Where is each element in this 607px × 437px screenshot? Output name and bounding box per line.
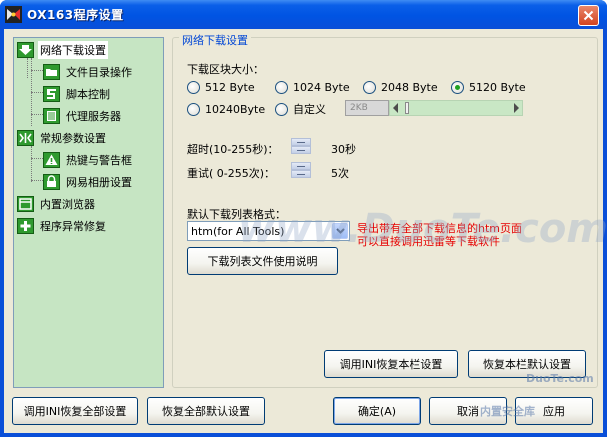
spinner-up-button[interactable] [291,162,311,170]
tree-item-label: 常规参数设置 [40,132,106,145]
retry-value: 5次 [331,167,349,180]
radio-block-1024[interactable]: 1024 Byte [275,79,350,95]
slider-thumb[interactable] [405,102,410,114]
cancel-button[interactable]: 取消 [429,397,507,425]
radio-block-custom[interactable]: 自定义 [275,101,326,117]
timeout-label: 超时(10-255秒)： [187,143,279,156]
radio-selected-dot [455,84,460,90]
tree-item-network-download[interactable]: 网络下载设置 [17,41,108,59]
tree-item-hotkey-warning[interactable]: 热键与警告框 [43,151,134,169]
slider-right-arrow-icon[interactable] [514,103,519,113]
groupbox-title: 网络下载设置 [179,32,251,48]
spinner-down-button[interactable] [291,146,311,154]
timeout-value: 30秒 [331,143,356,156]
script-icon [43,86,60,102]
list-format-select[interactable]: htm(for All Tools) [187,221,350,241]
radio-block-512[interactable]: 512 Byte [187,79,255,95]
settings-tree[interactable]: 网络下载设置 文件目录操作 脚本控制 代理服务器 常规参数设置 热键与警告框 网… [13,37,164,388]
list-format-value: htm(for All Tools) [191,224,285,238]
block-size-label: 下载区块大小： [187,63,264,76]
restore-all-default-button[interactable]: 恢复全部默认设置 [147,397,265,425]
restore-section-ini-button[interactable]: 调用INI恢复本栏设置 [324,350,458,378]
radio-block-5120[interactable]: 5120 Byte [451,79,526,95]
spinner-up-button[interactable] [291,138,311,146]
close-button[interactable] [578,5,599,26]
custom-block-size-slider[interactable] [389,100,523,116]
window-title: OX163程序设置 [27,8,124,22]
chevron-down-icon [335,228,345,234]
retry-spinner[interactable] [291,162,311,178]
spinner-down-button[interactable] [291,170,311,178]
apply-button[interactable]: 应用 [515,397,593,425]
format-note-line2: 可以直接调用迅雷等下载软件 [357,235,500,248]
radio-block-10240[interactable]: 10240Byte [187,101,265,117]
tree-item-label: 代理服务器 [66,110,121,123]
dropdown-button[interactable] [332,223,348,239]
list-format-label: 默认下载列表格式： [187,208,286,221]
title-bar[interactable]: OX163程序设置 [0,0,607,29]
tree-item-exception-repair[interactable]: 程序异常修复 [17,217,108,235]
restore-section-default-button[interactable]: 恢复本栏默认设置 [468,350,586,378]
tree-item-label: 网络下载设置 [38,41,108,59]
settings-window: OX163程序设置 网络下载设置 文件目录操作 脚本控制 代理服务器 常规参数设… [0,0,607,437]
tree-item-label: 文件目录操作 [66,66,132,79]
folder-icon [43,64,60,80]
ok-button[interactable]: 确定(A) [333,397,421,425]
radio-block-2048[interactable]: 2048 Byte [363,79,438,95]
server-icon [43,108,60,124]
tree-item-general-params[interactable]: 常规参数设置 [17,129,108,147]
app-logo-icon [5,6,22,23]
tree-item-label: 热键与警告框 [66,154,132,167]
download-list-help-button[interactable]: 下载列表文件使用说明 [187,247,338,275]
download-arrow-icon [17,42,34,58]
browser-icon [17,196,34,212]
tree-item-netease-album[interactable]: 网易相册设置 [43,173,134,191]
restore-all-ini-button[interactable]: 调用INI恢复全部设置 [12,397,138,425]
tree-item-builtin-browser[interactable]: 内置浏览器 [17,195,97,213]
warning-icon [43,152,60,168]
tree-item-proxy-server[interactable]: 代理服务器 [43,107,123,125]
close-icon [583,10,594,21]
timeout-spinner[interactable] [291,138,311,154]
tree-item-label: 程序异常修复 [40,220,106,233]
dialog-client-area: 网络下载设置 文件目录操作 脚本控制 代理服务器 常规参数设置 热键与警告框 网… [4,29,607,433]
tree-item-file-directory[interactable]: 文件目录操作 [43,63,134,81]
tree-item-label: 内置浏览器 [40,198,95,211]
lock-icon [43,174,60,190]
tree-item-script-control[interactable]: 脚本控制 [43,85,112,103]
slider-left-arrow-icon[interactable] [393,103,398,113]
format-note-line1: 导出带有全部下载信息的htm页面 [357,222,522,235]
custom-block-size-input[interactable]: 2KB [345,100,389,116]
tree-item-label: 网易相册设置 [66,176,132,189]
plus-icon [17,218,34,234]
retry-label: 重试( 0-255次)： [187,167,276,180]
tree-item-label: 脚本控制 [66,88,110,101]
settings-icon [17,130,34,146]
